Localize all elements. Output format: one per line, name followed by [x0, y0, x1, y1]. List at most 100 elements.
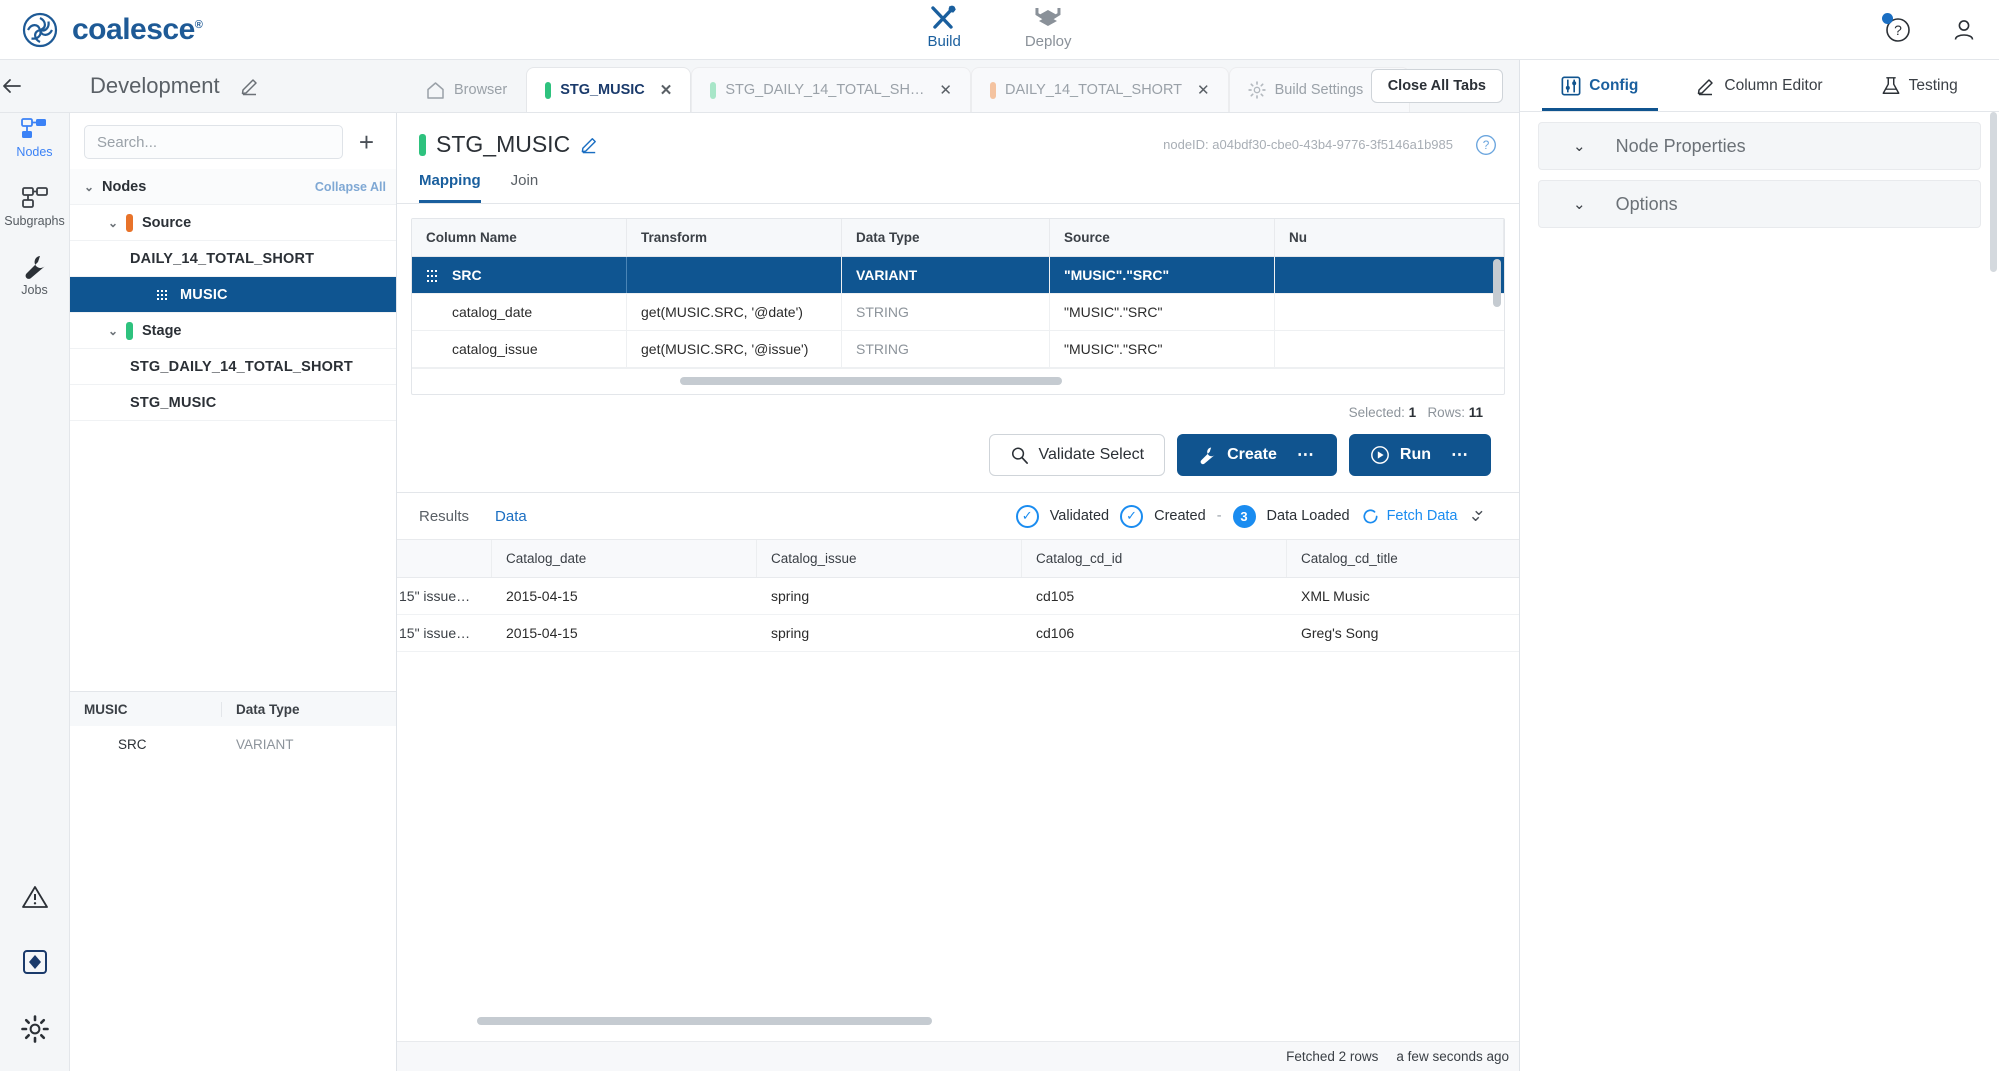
create-button[interactable]: Create ⋯	[1177, 434, 1337, 476]
cell-row-prefix: 15" issue…	[397, 615, 492, 651]
search-input[interactable]	[84, 125, 343, 159]
data-grid-horizontal-scrollbar[interactable]	[477, 1017, 932, 1025]
data-grid: Catalog_date Catalog_issue Catalog_cd_id…	[397, 539, 1519, 1041]
table-row[interactable]: catalog_issue get(MUSIC.SRC, '@issue') S…	[412, 331, 1504, 368]
run-overflow-icon[interactable]: ⋯	[1451, 445, 1470, 465]
tab-config[interactable]: Config	[1520, 60, 1680, 111]
header-data-type[interactable]: Data Type	[842, 219, 1050, 256]
data-grid-empty-space	[397, 652, 1519, 1041]
run-button[interactable]: Run ⋯	[1349, 434, 1491, 476]
accordion-options[interactable]: ⌄ Options	[1538, 180, 1981, 228]
node-name: STG_MUSIC	[436, 131, 570, 158]
header-catalog-cd-title[interactable]: Catalog_cd_title	[1287, 540, 1552, 577]
close-icon[interactable]: ✕	[660, 81, 673, 99]
node-help-button[interactable]: ?	[1475, 134, 1497, 156]
mini-table-row[interactable]: SRC VARIANT	[70, 726, 396, 762]
rail-item-nodes[interactable]: Nodes	[16, 116, 52, 159]
back-button[interactable]	[0, 76, 70, 96]
nodes-icon	[20, 116, 48, 142]
mapping-grid-wrapper: Column Name Transform Data Type Source N…	[397, 204, 1519, 492]
tab-column-editor-label: Column Editor	[1724, 77, 1822, 95]
header-catalog-issue[interactable]: Catalog_issue	[757, 540, 1022, 577]
table-row[interactable]: 15" issue… 2015-04-15 spring cd106 Greg'…	[397, 615, 1519, 652]
data-loaded-count-badge: 3	[1233, 505, 1256, 528]
tab-results[interactable]: Results	[419, 508, 469, 525]
tree-item-daily-14-total-short[interactable]: DAILY_14_TOTAL_SHORT	[70, 241, 396, 277]
tab-browser[interactable]: Browser	[407, 67, 526, 112]
horizontal-scrollbar[interactable]	[680, 377, 1062, 385]
tab-data[interactable]: Data	[495, 508, 527, 525]
tab-testing[interactable]: Testing	[1839, 60, 1999, 111]
header-nullable[interactable]: Nu	[1275, 219, 1504, 256]
tree-item-music[interactable]: MUSIC	[70, 277, 396, 313]
tree-item-stg-daily-14-total-short[interactable]: STG_DAILY_14_TOTAL_SHORT	[70, 349, 396, 385]
sidebar-search-row: +	[70, 113, 396, 169]
mapping-grid-status: Selected: 1 Rows: 11	[411, 395, 1505, 420]
validate-select-label: Validate Select	[1039, 446, 1145, 464]
tab-daily-14-total-short[interactable]: DAILY_14_TOTAL_SHORT ✕	[971, 67, 1229, 112]
config-accordion: ⌄ Node Properties ⌄ Options	[1520, 112, 1999, 228]
workspace-edit-button[interactable]	[240, 76, 260, 96]
wrench-icon	[22, 254, 48, 280]
data-grid-footer: Fetched 2 rows a few seconds ago	[397, 1041, 1519, 1071]
play-circle-icon	[1370, 445, 1390, 465]
git-branch-button[interactable]	[22, 949, 48, 975]
header-column-name[interactable]: Column Name	[412, 219, 627, 256]
subtab-join[interactable]: Join	[511, 172, 539, 203]
add-node-button[interactable]: +	[353, 129, 380, 155]
drag-grip-icon[interactable]	[426, 268, 438, 283]
warning-button[interactable]	[22, 885, 48, 909]
wrench-icon	[1198, 446, 1217, 465]
status-created-label: Created	[1154, 508, 1206, 524]
cell-column-name: SRC	[412, 257, 627, 293]
double-chevron-down-icon[interactable]: ⌄⌄	[1469, 506, 1498, 526]
tree-item-label: STG_DAILY_14_TOTAL_SHORT	[130, 359, 353, 375]
tree-root-label: Nodes	[102, 179, 146, 195]
pencil-icon	[1696, 76, 1716, 96]
editor-area: Browser STG_MUSIC ✕ STG_DAILY_14_TOTAL_S…	[397, 60, 1519, 1071]
account-button[interactable]	[1951, 17, 1977, 43]
create-overflow-icon[interactable]: ⋯	[1297, 445, 1316, 465]
table-row[interactable]: catalog_date get(MUSIC.SRC, '@date') STR…	[412, 294, 1504, 331]
tree-item-stg-music[interactable]: STG_MUSIC	[70, 385, 396, 421]
subtab-mapping[interactable]: Mapping	[419, 172, 481, 203]
header-source[interactable]: Source	[1050, 219, 1275, 256]
table-row[interactable]: SRC VARIANT "MUSIC"."SRC"	[412, 257, 1504, 294]
rail-item-jobs[interactable]: Jobs	[21, 254, 47, 297]
rail-item-subgraphs[interactable]: Subgraphs	[4, 185, 64, 228]
top-nav-deploy-label: Deploy	[1025, 33, 1072, 50]
close-icon[interactable]: ✕	[1197, 81, 1210, 99]
collapse-all-link[interactable]: Collapse All	[315, 180, 386, 194]
chevron-down-icon: ⌄	[84, 180, 102, 194]
tab-stg-music[interactable]: STG_MUSIC ✕	[526, 67, 691, 112]
header-transform[interactable]: Transform	[627, 219, 842, 256]
node-color-chip	[419, 134, 426, 156]
accordion-node-properties[interactable]: ⌄ Node Properties	[1538, 122, 1981, 170]
fetch-data-button[interactable]: Fetch Data	[1361, 507, 1458, 526]
tab-column-editor[interactable]: Column Editor	[1680, 60, 1840, 111]
tab-stg-daily-14-total-short[interactable]: STG_DAILY_14_TOTAL_SH… ✕	[691, 67, 971, 112]
header-catalog-date[interactable]: Catalog_date	[492, 540, 757, 577]
tree-group-stage[interactable]: ⌄ Stage	[70, 313, 396, 349]
vertical-scrollbar[interactable]	[1493, 259, 1501, 307]
top-nav-build[interactable]: Build	[927, 4, 960, 50]
config-panel-scrollbar[interactable]	[1990, 112, 1997, 272]
close-all-tabs-button[interactable]: Close All Tabs	[1371, 69, 1503, 103]
top-nav-deploy[interactable]: Deploy	[1025, 4, 1072, 50]
close-icon[interactable]: ✕	[939, 81, 952, 99]
header-catalog-cd-id[interactable]: Catalog_cd_id	[1022, 540, 1287, 577]
node-rename-button[interactable]	[580, 135, 599, 154]
rail-bottom-icons	[21, 885, 49, 1043]
settings-button[interactable]	[21, 1015, 49, 1043]
validate-select-button[interactable]: Validate Select	[989, 434, 1166, 476]
mapping-grid-header: Column Name Transform Data Type Source N…	[412, 219, 1504, 257]
tree-root-nodes[interactable]: ⌄ Nodes Collapse All	[70, 169, 396, 205]
status-data-loaded-label: Data Loaded	[1267, 508, 1350, 524]
brand-logo[interactable]: coalesce®	[0, 12, 202, 48]
tree-group-source[interactable]: ⌄ Source	[70, 205, 396, 241]
data-grid-header: Catalog_date Catalog_issue Catalog_cd_id…	[397, 540, 1519, 578]
help-button[interactable]: ?	[1885, 17, 1911, 43]
cell-catalog-cd-title: Greg's Song	[1287, 615, 1552, 651]
tab-bar: Browser STG_MUSIC ✕ STG_DAILY_14_TOTAL_S…	[397, 60, 1519, 113]
table-row[interactable]: 15" issue… 2015-04-15 spring cd105 XML M…	[397, 578, 1519, 615]
